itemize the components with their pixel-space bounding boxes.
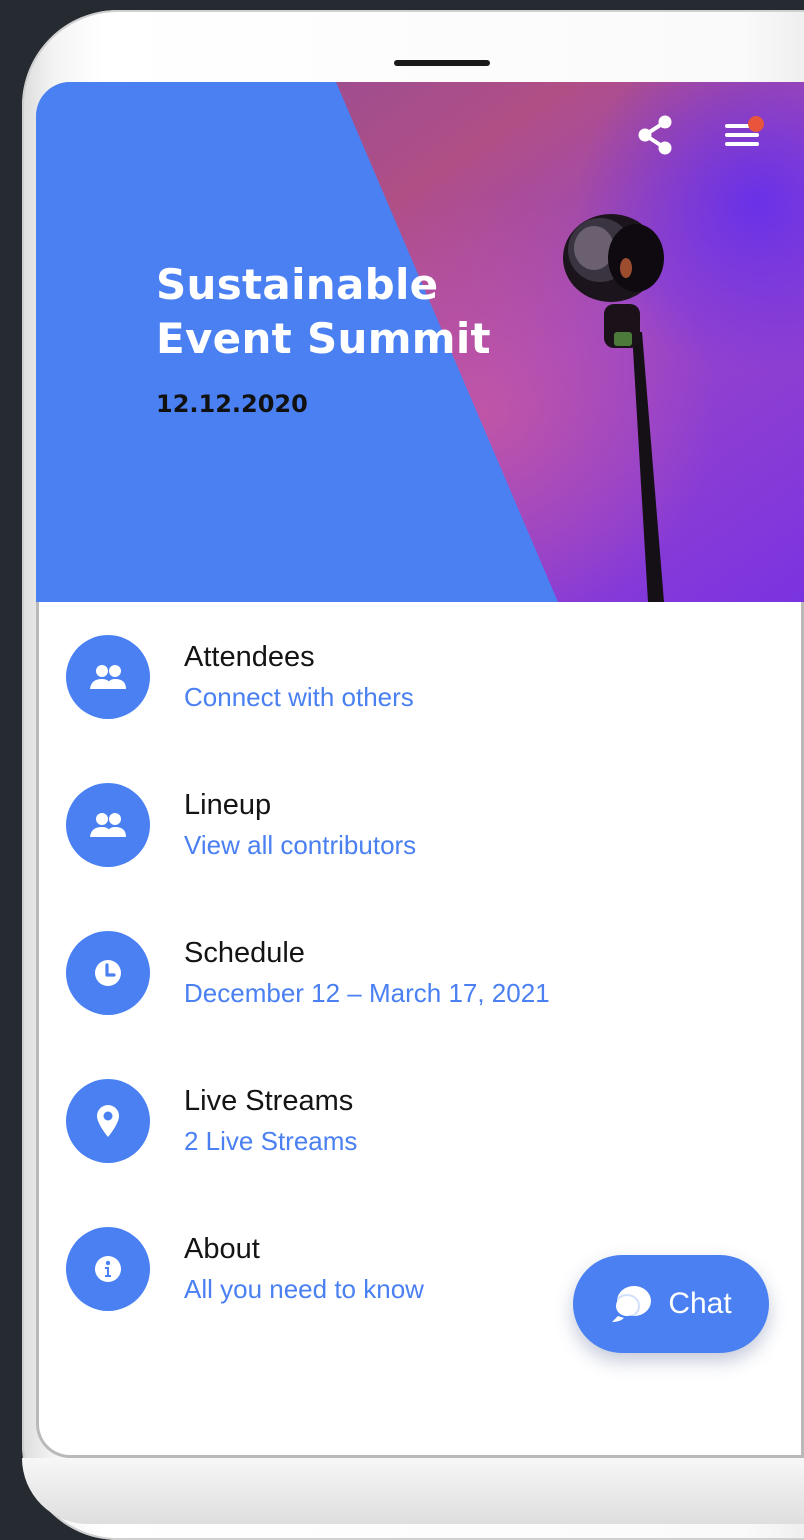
app-screen: Sustainable Event Summit 12.12.2020 Atte… [36, 82, 804, 1458]
share-button[interactable] [632, 112, 678, 158]
menu-button[interactable] [720, 112, 766, 158]
people-icon [66, 635, 150, 719]
menu-item-lineup[interactable]: Lineup View all contributors [66, 780, 666, 870]
event-title-line-1: Sustainable [156, 260, 439, 309]
chat-bubble-icon [612, 1286, 652, 1322]
menu-item-subtitle: December 12 – March 17, 2021 [184, 978, 550, 1008]
phone-bottom-bezel [22, 1458, 804, 1524]
event-title: Sustainable Event Summit [156, 258, 491, 366]
menu-item-subtitle: All you need to know [184, 1274, 424, 1304]
menu-item-title: About [184, 1233, 260, 1265]
info-icon [66, 1227, 150, 1311]
share-icon [638, 115, 672, 155]
menu-item-live-streams[interactable]: Live Streams 2 Live Streams [66, 1076, 666, 1166]
event-date: 12.12.2020 [156, 390, 308, 418]
chat-button[interactable]: Chat [573, 1255, 769, 1353]
menu-item-subtitle: 2 Live Streams [184, 1126, 358, 1156]
people-icon [66, 783, 150, 867]
menu-item-title: Attendees [184, 641, 315, 673]
location-pin-icon [66, 1079, 150, 1163]
menu-item-attendees[interactable]: Attendees Connect with others [66, 632, 666, 722]
menu-item-title: Schedule [184, 937, 305, 969]
speaker-grille [394, 60, 490, 66]
menu-item-title: Live Streams [184, 1085, 354, 1117]
menu-item-schedule[interactable]: Schedule December 12 – March 17, 2021 [66, 928, 666, 1018]
menu-item-subtitle: View all contributors [184, 830, 417, 860]
event-title-line-2: Event Summit [156, 314, 491, 363]
chat-button-label: Chat [668, 1287, 732, 1320]
menu-item-title: Lineup [184, 789, 272, 821]
notification-dot [748, 116, 764, 132]
menu-item-subtitle: Connect with others [184, 682, 414, 712]
clock-icon [66, 931, 150, 1015]
hero-banner: Sustainable Event Summit 12.12.2020 [36, 82, 804, 602]
